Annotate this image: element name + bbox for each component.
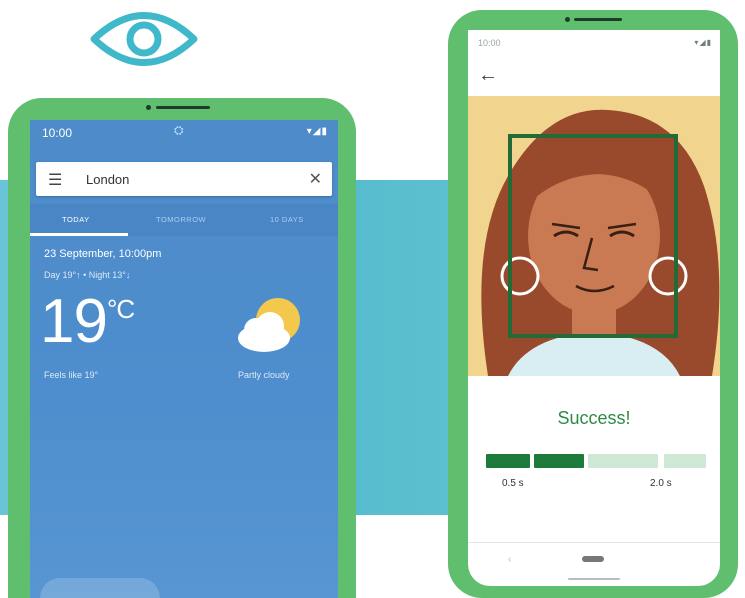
temperature-value: 19 [40, 287, 108, 356]
phone-speaker [574, 18, 622, 21]
progress-segment-2 [534, 454, 584, 468]
phone-camera-dot [146, 105, 151, 110]
system-icons: ▾◢▮ [306, 126, 328, 137]
menu-icon[interactable]: ☰ [48, 170, 62, 190]
time-label-end: 2.0 s [650, 478, 672, 489]
weather-screen: 10:00 ⛭ ▾◢▮ ☰ London ✕ TODAY TOMORROW 10… [30, 120, 338, 598]
status-time: 10:00 [478, 38, 501, 48]
tab-tomorrow[interactable]: TOMORROW [156, 215, 206, 224]
back-arrow-icon[interactable]: ← [478, 64, 498, 87]
progress-segment-3 [588, 454, 658, 468]
auth-progress-bar [486, 454, 706, 470]
feels-like: Feels like 19° [44, 370, 99, 380]
tab-10-days[interactable]: 10 DAYS [270, 215, 304, 224]
home-button[interactable] [582, 556, 604, 562]
face-auth-screen: 10:00 ▾◢▮ ← Success! 0.5 s 2.0 s ‹ [468, 30, 720, 586]
phone-speaker [156, 106, 210, 109]
tab-today[interactable]: TODAY [62, 215, 90, 224]
phone-camera-dot [565, 17, 570, 22]
gesture-bar[interactable] [568, 578, 620, 580]
time-label-start: 0.5 s [502, 478, 524, 489]
auth-result: Success! [557, 408, 631, 428]
system-icons: ▾◢▮ [694, 38, 712, 47]
nav-back-icon[interactable]: ‹ [508, 554, 511, 565]
weather-phone: 10:00 ⛭ ▾◢▮ ☰ London ✕ TODAY TOMORROW 10… [8, 98, 356, 598]
day-night-temps: Day 19°↑ • Night 13°↓ [44, 270, 131, 280]
tab-bar: TODAY TOMORROW 10 DAYS [30, 204, 338, 236]
cloud-decoration [40, 578, 160, 598]
notification-icon: ⛭ [174, 123, 184, 137]
forecast-date: 23 September, 10:00pm [44, 248, 162, 260]
search-bar[interactable]: ☰ London ✕ [36, 162, 332, 196]
weather-condition: Partly cloudy [238, 370, 290, 380]
status-time: 10:00 [42, 126, 73, 140]
current-temperature: 19°C [40, 286, 135, 357]
face-illustration [468, 96, 720, 376]
nav-divider [468, 542, 720, 543]
search-query[interactable]: London [86, 172, 129, 187]
close-icon[interactable]: ✕ [309, 169, 322, 189]
progress-segment-1 [486, 454, 530, 468]
active-tab-indicator [30, 233, 128, 236]
temperature-unit: °C [106, 294, 135, 324]
status-bar: 10:00 ⛭ ▾◢▮ [30, 120, 338, 160]
partly-cloudy-icon [238, 298, 300, 352]
face-auth-phone: 10:00 ▾◢▮ ← Success! 0.5 s 2.0 s ‹ [448, 10, 738, 598]
progress-segment-4 [664, 454, 706, 468]
eye-icon [90, 12, 198, 66]
